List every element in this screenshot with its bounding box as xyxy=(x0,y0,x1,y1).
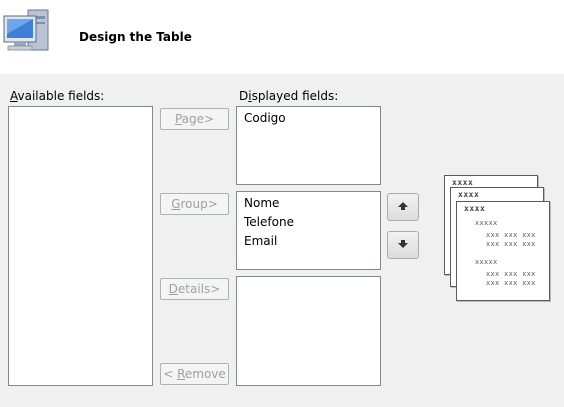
arrow-down-icon xyxy=(397,238,409,252)
page-fields-list[interactable]: Codigo xyxy=(236,106,381,185)
page-button[interactable]: Page> xyxy=(160,108,229,130)
available-fields-list[interactable] xyxy=(8,106,153,386)
list-item[interactable]: Email xyxy=(237,232,380,251)
move-up-button[interactable] xyxy=(387,193,419,221)
group-fields-list[interactable]: Nome Telefone Email xyxy=(236,191,381,270)
preview-page: xxxx xxxxx xxx xxx xxx xxx xxx xxx xxxxx… xyxy=(456,201,550,301)
displayed-fields-label: Displayed fields: xyxy=(239,89,339,103)
wizard-header: Design the Table xyxy=(0,0,564,74)
list-item[interactable]: Nome xyxy=(237,194,380,213)
page-title: Design the Table xyxy=(79,30,192,44)
arrow-up-icon xyxy=(397,200,409,214)
computer-monitor-icon xyxy=(0,6,52,56)
group-button[interactable]: Group> xyxy=(160,193,229,215)
list-item[interactable]: Codigo xyxy=(237,109,380,128)
move-down-button[interactable] xyxy=(387,231,419,259)
available-fields-label: Available fields: xyxy=(10,89,105,103)
detail-fields-list[interactable] xyxy=(236,276,381,386)
layout-preview: xxxx xxxx xxxx xxxxx xxx xxx xxx xxx xxx… xyxy=(442,174,550,304)
details-button[interactable]: Details> xyxy=(160,278,229,300)
list-item[interactable]: Telefone xyxy=(237,213,380,232)
remove-button[interactable]: < Remove xyxy=(160,363,229,385)
